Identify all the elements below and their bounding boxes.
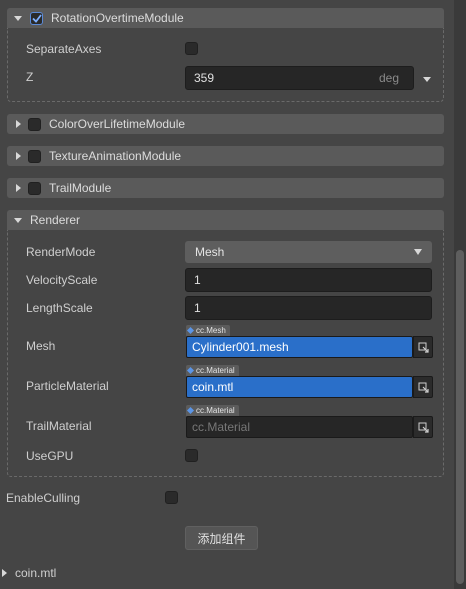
trail-material-browse-button[interactable] bbox=[413, 416, 433, 438]
z-unit: deg bbox=[378, 71, 399, 85]
separate-axes-label: SeparateAxes bbox=[26, 42, 102, 56]
mesh-type-text: cc.Mesh bbox=[196, 326, 226, 335]
render-mode-label: RenderMode bbox=[26, 245, 96, 259]
trail-material-type-text: cc.Material bbox=[196, 406, 235, 415]
expand-arrow-icon[interactable] bbox=[16, 152, 21, 160]
use-gpu-label: UseGPU bbox=[26, 449, 74, 463]
particle-material-type-tag: cc.Material bbox=[186, 365, 239, 376]
z-input[interactable]: 359 deg bbox=[185, 66, 414, 90]
collapse-arrow-icon[interactable] bbox=[14, 15, 22, 21]
particle-material-type-text: cc.Material bbox=[196, 366, 235, 375]
locate-asset-icon bbox=[418, 422, 429, 433]
velocity-scale-label: VelocityScale bbox=[26, 273, 98, 287]
length-scale-value: 1 bbox=[194, 301, 201, 315]
render-mode-value: Mesh bbox=[195, 245, 225, 259]
add-component-label: 添加组件 bbox=[197, 531, 246, 546]
trail-material-asset-field[interactable]: cc.Material bbox=[186, 416, 413, 438]
locate-asset-icon bbox=[418, 382, 429, 393]
texture-animation-module-header[interactable]: TextureAnimationModule bbox=[7, 146, 444, 166]
add-component-button[interactable]: 添加组件 bbox=[185, 526, 258, 550]
trail-material-placeholder: cc.Material bbox=[192, 420, 251, 434]
chevron-down-icon bbox=[414, 249, 422, 255]
particle-material-value: coin.mtl bbox=[192, 380, 234, 394]
trail-module-title: TrailModule bbox=[49, 181, 112, 195]
rotation-module-header[interactable]: RotationOvertimeModule bbox=[7, 8, 444, 28]
renderer-title: Renderer bbox=[30, 213, 81, 227]
mesh-asset-field[interactable]: Cylinder001.mesh bbox=[186, 336, 413, 358]
rotation-module-title: RotationOvertimeModule bbox=[51, 11, 184, 25]
texture-animation-title: TextureAnimationModule bbox=[49, 149, 182, 163]
expand-arrow-icon[interactable] bbox=[16, 120, 21, 128]
velocity-scale-input[interactable]: 1 bbox=[185, 268, 432, 292]
vertical-scrollbar[interactable] bbox=[454, 0, 466, 589]
trail-material-label: TrailMaterial bbox=[26, 419, 92, 433]
expand-arrow-icon[interactable] bbox=[2, 569, 7, 577]
renderer-header[interactable]: Renderer bbox=[7, 210, 444, 230]
trail-material-type-tag: cc.Material bbox=[186, 405, 239, 416]
particle-material-asset-field[interactable]: coin.mtl bbox=[186, 376, 413, 398]
color-over-lifetime-enable-checkbox[interactable] bbox=[28, 117, 41, 131]
asset-type-icon bbox=[186, 326, 195, 335]
scrollbar-thumb[interactable] bbox=[456, 250, 464, 584]
velocity-scale-value: 1 bbox=[194, 273, 201, 287]
checkmark-icon bbox=[31, 13, 42, 23]
mesh-label: Mesh bbox=[26, 339, 56, 353]
trail-module-enable-checkbox[interactable] bbox=[28, 181, 41, 195]
trail-module-header[interactable]: TrailModule bbox=[7, 178, 444, 198]
enable-culling-checkbox[interactable] bbox=[165, 491, 178, 504]
use-gpu-checkbox[interactable] bbox=[185, 449, 198, 462]
length-scale-input[interactable]: 1 bbox=[185, 296, 432, 320]
mesh-asset-value: Cylinder001.mesh bbox=[192, 340, 289, 354]
enable-culling-label: EnableCulling bbox=[6, 491, 81, 505]
collapse-arrow-icon[interactable] bbox=[14, 217, 22, 223]
expand-arrow-icon[interactable] bbox=[16, 184, 21, 192]
rotation-module-enable-checkbox[interactable] bbox=[30, 11, 43, 25]
inspector-panel: RotationOvertimeModule SeparateAxes Z 35… bbox=[0, 0, 454, 589]
curve-dropdown-icon[interactable] bbox=[423, 77, 431, 82]
z-value: 359 bbox=[194, 71, 215, 85]
color-over-lifetime-module-header[interactable]: ColorOverLifetimeModule bbox=[7, 114, 444, 134]
asset-type-icon bbox=[186, 366, 195, 375]
locate-asset-icon bbox=[418, 342, 429, 353]
rotation-module-body bbox=[7, 28, 444, 102]
z-label: Z bbox=[26, 70, 34, 84]
render-mode-select[interactable]: Mesh bbox=[185, 241, 432, 263]
particle-material-browse-button[interactable] bbox=[413, 376, 433, 398]
mesh-type-tag: cc.Mesh bbox=[186, 325, 230, 336]
length-scale-label: LengthScale bbox=[26, 301, 93, 315]
separate-axes-checkbox[interactable] bbox=[185, 42, 198, 55]
color-over-lifetime-title: ColorOverLifetimeModule bbox=[49, 117, 186, 131]
asset-type-icon bbox=[186, 406, 195, 415]
texture-animation-enable-checkbox[interactable] bbox=[28, 149, 41, 163]
particle-material-label: ParticleMaterial bbox=[26, 379, 109, 393]
footer-asset-name[interactable]: coin.mtl bbox=[15, 566, 56, 580]
mesh-browse-button[interactable] bbox=[413, 336, 433, 358]
